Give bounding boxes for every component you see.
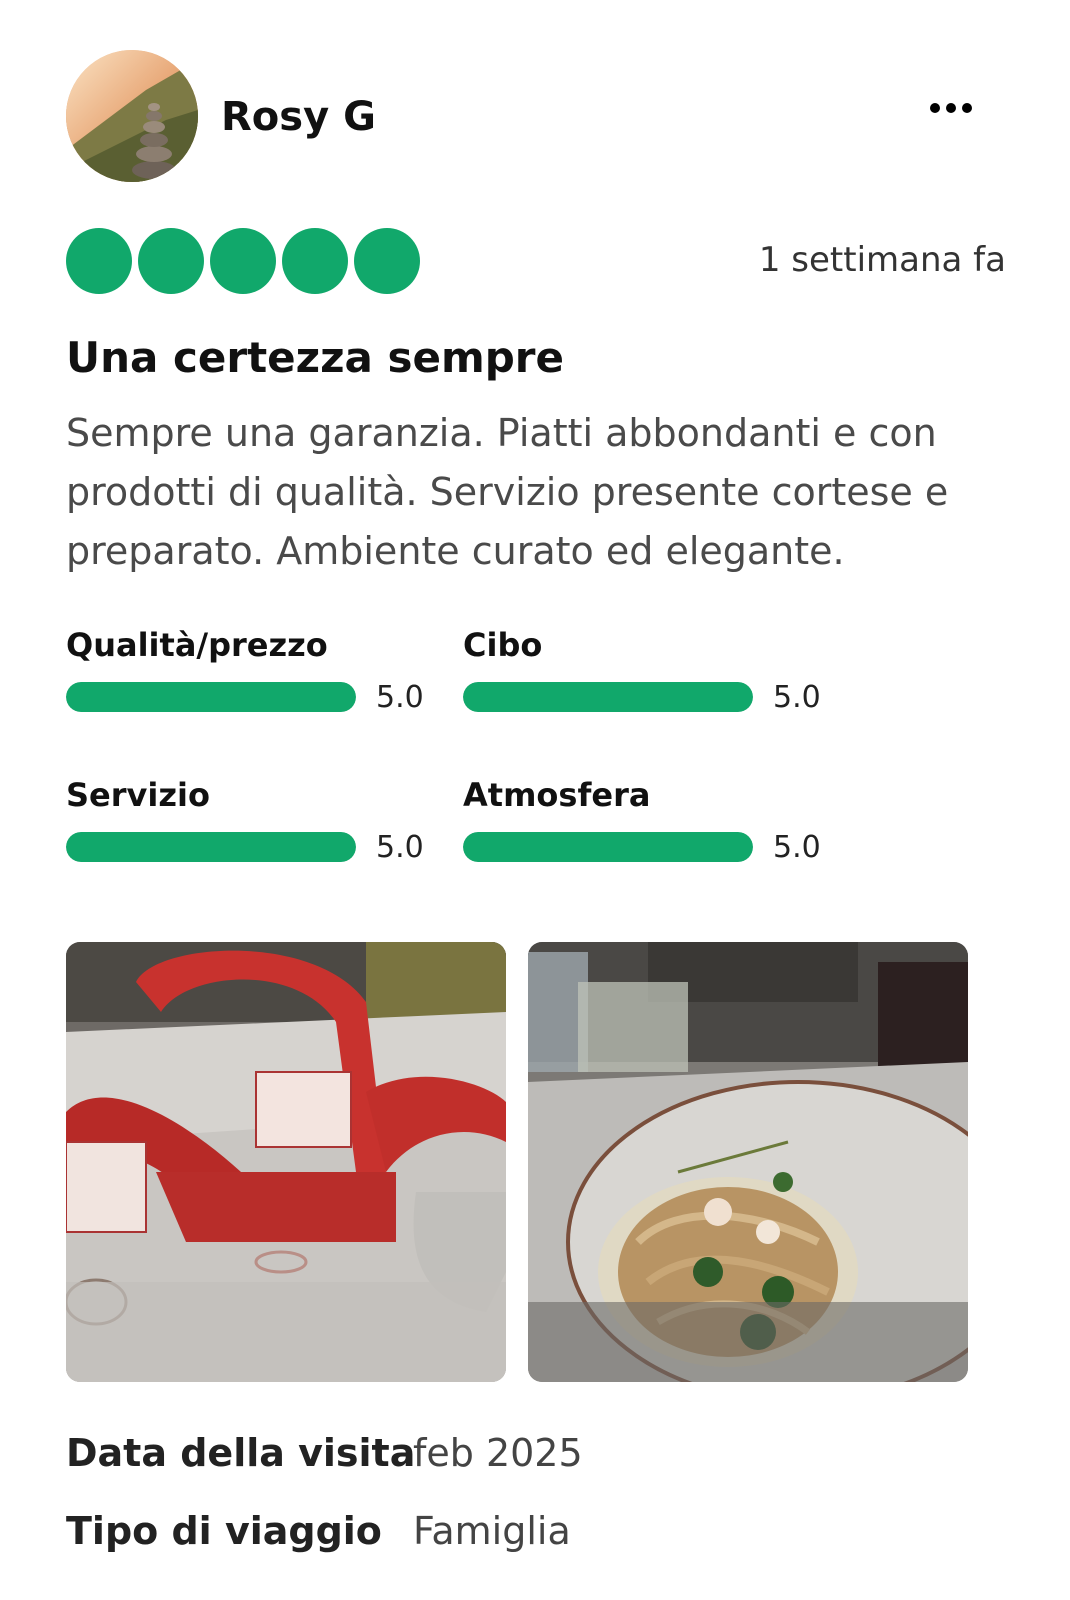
rating-bubble <box>138 228 204 294</box>
rating-row: 1 settimana fa <box>66 228 1006 294</box>
more-horizontal-icon-dot <box>946 103 956 113</box>
subrating-bar-fill <box>463 832 753 862</box>
review-title: Una certezza sempre <box>66 333 564 382</box>
subrating-atmosphere: Atmosfera 5.0 <box>463 776 843 876</box>
more-horizontal-icon <box>930 103 940 113</box>
subrating-score: 5.0 <box>773 680 821 715</box>
subrating-bar-fill <box>66 832 356 862</box>
subrating-label: Cibo <box>463 626 543 664</box>
subrating-score: 5.0 <box>376 830 424 865</box>
visit-date-value: feb 2025 <box>413 1431 583 1475</box>
rating-bubble <box>282 228 348 294</box>
review-text: Sempre una garanzia. Piatti abbondanti e… <box>66 411 949 573</box>
trip-type-label: Tipo di viaggio <box>66 1509 382 1553</box>
more-options-button[interactable] <box>921 88 981 128</box>
review-header: Rosy G <box>66 50 986 182</box>
bubble-rating <box>66 228 420 294</box>
rating-bubble <box>354 228 420 294</box>
avatar-image <box>66 50 198 182</box>
subrating-bar <box>66 832 356 862</box>
subrating-bar-fill <box>66 682 356 712</box>
subratings: Qualità/prezzo 5.0 Cibo 5.0 Servizio 5.0… <box>66 626 886 896</box>
subrating-bar <box>463 682 753 712</box>
review-photos <box>66 942 968 1382</box>
author-name[interactable]: Rosy G <box>221 94 376 140</box>
more-horizontal-icon-dot <box>962 103 972 113</box>
rating-bubble <box>210 228 276 294</box>
subrating-label: Atmosfera <box>463 776 651 814</box>
trip-type-value: Famiglia <box>413 1509 571 1553</box>
avatar[interactable] <box>66 50 198 182</box>
photo-pasta-plate <box>528 942 968 1382</box>
subrating-label: Qualità/prezzo <box>66 626 328 664</box>
subrating-score: 5.0 <box>376 680 424 715</box>
visit-details: Data della visita feb 2025 Tipo di viagg… <box>66 1430 966 1586</box>
photo-table-heart <box>66 942 506 1382</box>
subrating-bar <box>66 682 356 712</box>
subrating-label: Servizio <box>66 776 210 814</box>
trip-type-row: Tipo di viaggio Famiglia <box>66 1508 966 1586</box>
subrating-service: Servizio 5.0 <box>66 776 446 876</box>
visit-date-row: Data della visita feb 2025 <box>66 1430 966 1508</box>
subrating-bar-fill <box>463 682 753 712</box>
review-photo-table-decoration[interactable] <box>66 942 506 1382</box>
subrating-value: Qualità/prezzo 5.0 <box>66 626 446 726</box>
posted-time: 1 settimana fa <box>758 240 1006 280</box>
subrating-bar <box>463 832 753 862</box>
rating-bubble <box>66 228 132 294</box>
review-photo-pasta-dish[interactable] <box>528 942 968 1382</box>
subrating-food: Cibo 5.0 <box>463 626 843 726</box>
subrating-score: 5.0 <box>773 830 821 865</box>
visit-date-label: Data della visita <box>66 1431 416 1475</box>
